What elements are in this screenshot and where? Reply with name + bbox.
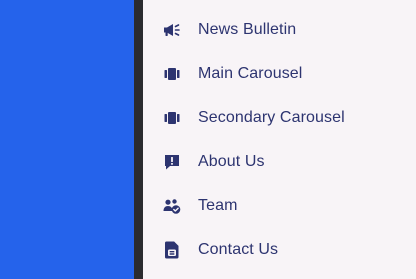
- carousel-icon: [163, 109, 181, 127]
- menu-item-secondary-carousel[interactable]: Secondary Carousel: [143, 96, 416, 140]
- blue-panel: [0, 0, 134, 279]
- menu-item-main-carousel[interactable]: Main Carousel: [143, 52, 416, 96]
- panel-divider: [134, 0, 143, 279]
- menu-item-news-bulletin[interactable]: News Bulletin: [143, 8, 416, 52]
- menu-item-label: Main Carousel: [198, 65, 303, 82]
- megaphone-icon: [163, 21, 181, 39]
- sidebar-menu: News Bulletin Main Carousel Secondary Ca…: [143, 0, 416, 279]
- menu-item-label: News Bulletin: [198, 21, 297, 38]
- menu-item-contact-us[interactable]: Contact Us: [143, 228, 416, 272]
- team-check-icon: [163, 197, 181, 215]
- menu-item-team[interactable]: Team: [143, 184, 416, 228]
- carousel-icon: [163, 65, 181, 83]
- menu-item-label: Secondary Carousel: [198, 109, 345, 126]
- menu-item-label: About Us: [198, 153, 265, 170]
- menu-item-label: Team: [198, 197, 238, 214]
- alert-message-icon: [163, 153, 181, 171]
- contact-card-icon: [163, 241, 181, 259]
- menu-item-about-us[interactable]: About Us: [143, 140, 416, 184]
- menu-item-label: Contact Us: [198, 241, 279, 258]
